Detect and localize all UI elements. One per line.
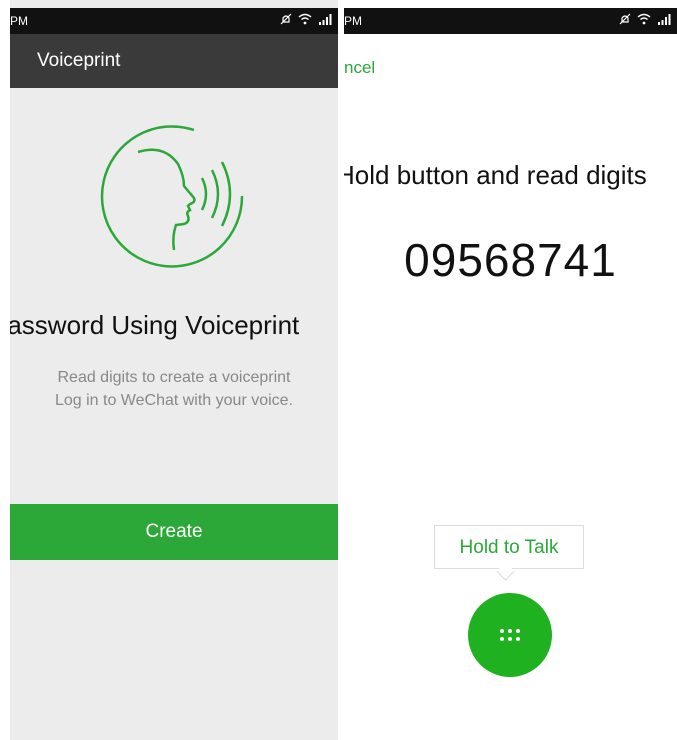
mute-icon (280, 13, 292, 28)
voiceprint-face-icon (94, 118, 250, 274)
voiceprint-description: Read digits to create a voiceprint Log i… (10, 366, 338, 412)
voiceprint-intro-screen: PM Voiceprint Password Using Voiceprint … (10, 0, 338, 740)
signal-icon (318, 13, 332, 28)
mute-icon (619, 13, 631, 28)
voiceprint-heading: Password Using Voiceprint (10, 310, 300, 340)
hold-to-talk-button[interactable] (468, 593, 552, 677)
voiceprint-digits: 09568741 (404, 234, 617, 286)
title-bar: Voiceprint (10, 34, 338, 88)
status-time: PM (10, 14, 28, 28)
read-digits-instruction: Hold button and read digits (344, 160, 647, 190)
status-time: PM (344, 14, 362, 28)
keypad-dots-icon (500, 629, 520, 641)
read-digits-screen: PM ncel Hold button and read digits 0956… (344, 0, 677, 740)
status-icons (619, 13, 671, 28)
hold-to-talk-tooltip: Hold to Talk (434, 525, 584, 569)
page-title: Voiceprint (37, 50, 121, 71)
status-bar: PM (10, 8, 338, 34)
signal-icon (657, 13, 671, 28)
create-button[interactable]: Create (10, 504, 338, 560)
wifi-icon (298, 13, 312, 28)
status-icons (280, 13, 332, 28)
description-line-1: Read digits to create a voiceprint (57, 369, 291, 386)
description-line-2: Log in to WeChat with your voice. (54, 392, 294, 409)
wifi-icon (637, 13, 651, 28)
cancel-button[interactable]: ncel (344, 58, 375, 78)
status-bar: PM (344, 8, 677, 34)
